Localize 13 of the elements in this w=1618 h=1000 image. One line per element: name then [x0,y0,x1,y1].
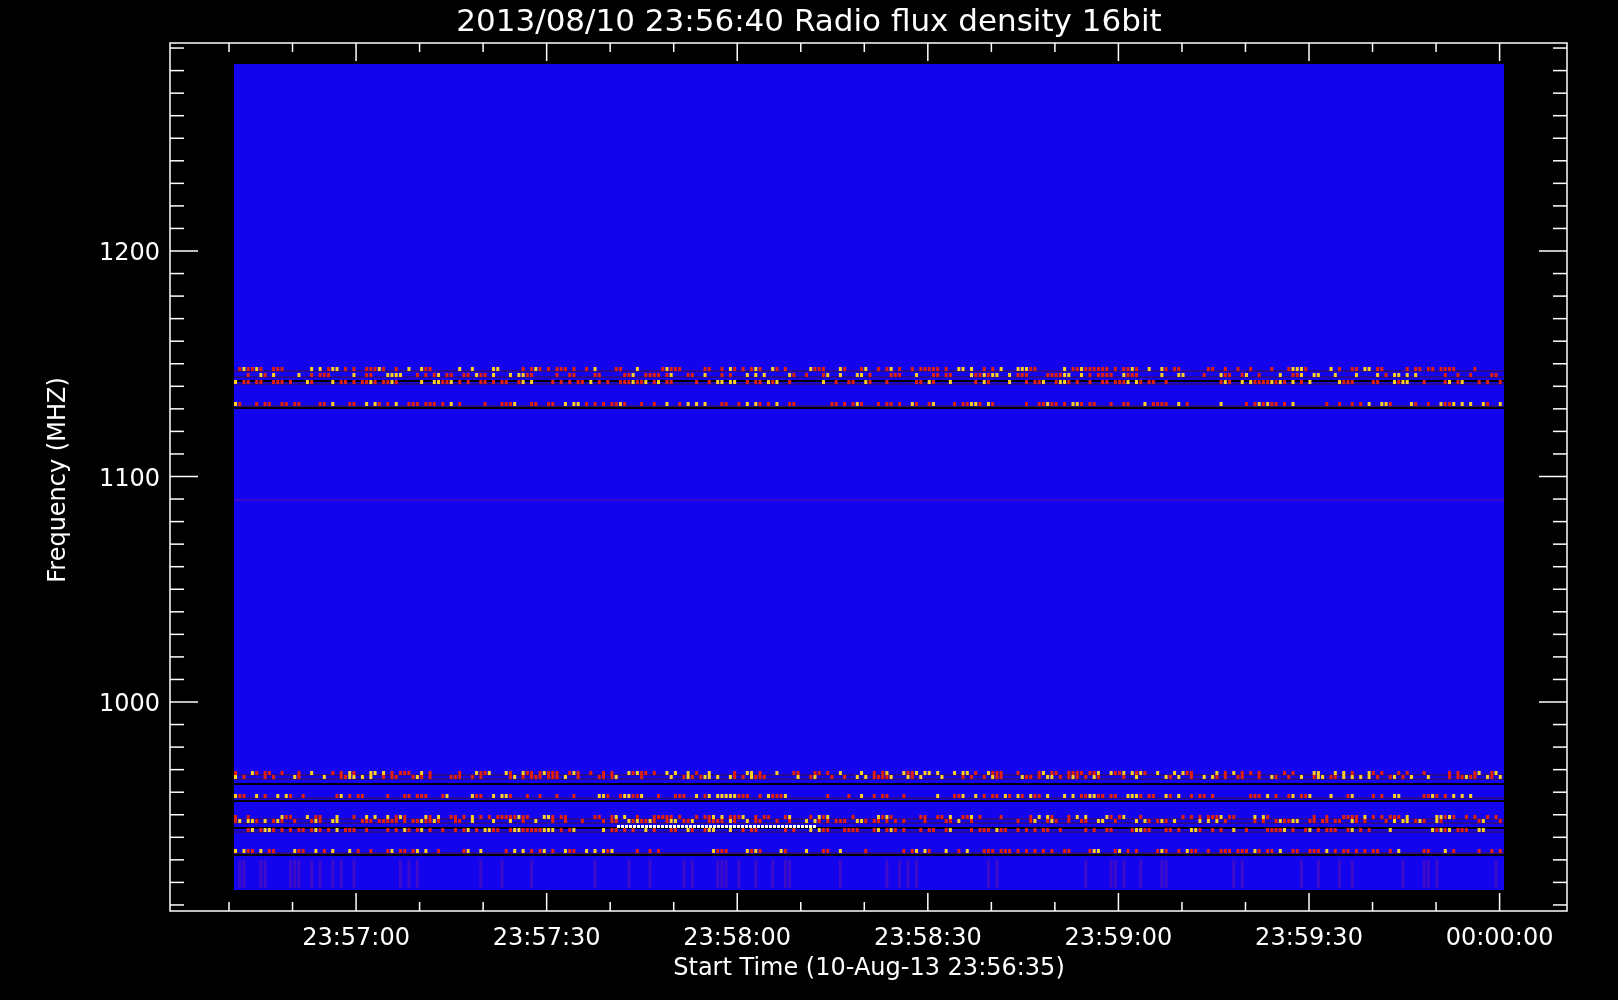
x-tick-label: 23:58:00 [683,923,792,951]
x-axis-title: Start Time (10-Aug-13 23:56:35) [673,953,1065,981]
y-tick-label: 1100 [98,463,160,492]
x-tick-label: 23:57:00 [302,923,410,951]
y-tick-label: 1000 [98,689,160,717]
x-tick-label: 23:57:30 [492,923,601,951]
x-tick-label: 00:00:00 [1445,923,1554,951]
y-axis-title: Frequency (MHZ) [43,377,71,583]
x-tick-label: 23:59:30 [1255,923,1363,951]
y-tick-label: 1200 [98,238,160,266]
chart-title: 2013/08/10 23:56:40 Radio flux density 16bit [456,2,1162,38]
x-tick-label: 23:58:30 [873,923,982,951]
x-tick-label: 23:59:00 [1064,923,1173,951]
